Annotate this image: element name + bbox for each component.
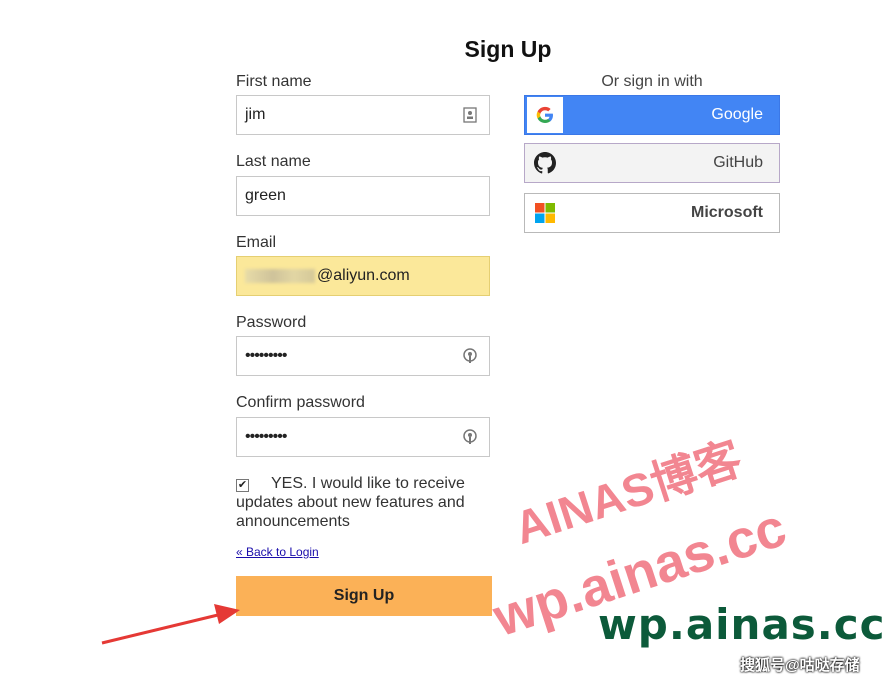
watermark-credit: 搜狐号@咕哒存储	[740, 657, 860, 674]
red-arrow-annotation	[101, 604, 240, 645]
watermark-site-green: wp.ainas.cc	[598, 600, 886, 649]
